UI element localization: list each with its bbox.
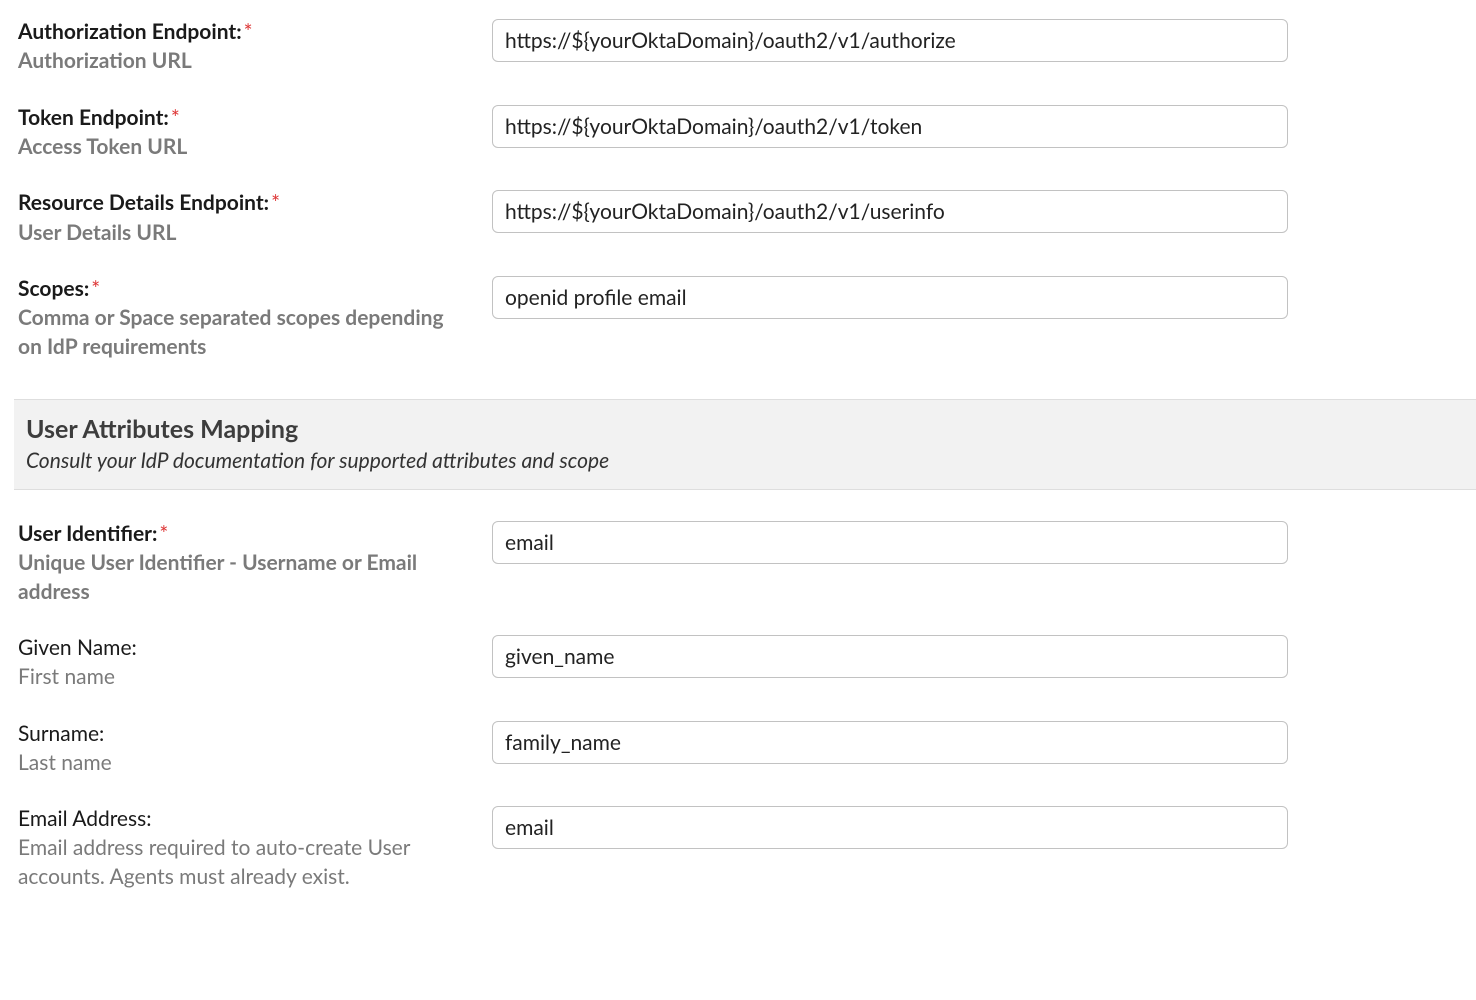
label-given-name: Given Name: [18,634,468,661]
row-authorization-endpoint: Authorization Endpoint:* Authorization U… [18,18,1476,76]
row-email-address: Email Address: Email address required to… [18,805,1476,891]
sublabel-resource-endpoint: User Details URL [18,219,468,247]
label-scopes: Scopes:* [18,275,468,302]
required-mark: * [271,190,280,215]
row-user-identifier: User Identifier:* Unique User Identifier… [18,520,1476,606]
row-given-name: Given Name: First name [18,634,1476,692]
sublabel-surname: Last name [18,749,468,777]
sublabel-authorization-endpoint: Authorization URL [18,47,468,75]
row-surname: Surname: Last name [18,720,1476,778]
sublabel-email-address: Email address required to auto-create Us… [18,834,468,891]
input-scopes[interactable] [492,276,1288,319]
required-mark: * [91,276,100,301]
sublabel-scopes: Comma or Space separated scopes dependin… [18,304,468,361]
section-subtitle: Consult your IdP documentation for suppo… [26,448,1464,473]
input-email-address[interactable] [492,806,1288,849]
required-mark: * [244,19,253,44]
row-token-endpoint: Token Endpoint:* Access Token URL [18,104,1476,162]
label-authorization-endpoint: Authorization Endpoint:* [18,18,468,45]
input-user-identifier[interactable] [492,521,1288,564]
input-authorization-endpoint[interactable] [492,19,1288,62]
row-scopes: Scopes:* Comma or Space separated scopes… [18,275,1476,361]
input-token-endpoint[interactable] [492,105,1288,148]
sublabel-user-identifier: Unique User Identifier - Username or Ema… [18,549,468,606]
label-resource-endpoint: Resource Details Endpoint:* [18,189,468,216]
input-given-name[interactable] [492,635,1288,678]
input-resource-endpoint[interactable] [492,190,1288,233]
required-mark: * [171,105,180,130]
row-resource-endpoint: Resource Details Endpoint:* User Details… [18,189,1476,247]
section-user-attributes-mapping: User Attributes Mapping Consult your IdP… [14,399,1476,490]
required-mark: * [159,521,168,546]
sublabel-given-name: First name [18,663,468,691]
input-surname[interactable] [492,721,1288,764]
label-surname: Surname: [18,720,468,747]
label-user-identifier: User Identifier:* [18,520,468,547]
section-title: User Attributes Mapping [26,414,1464,444]
label-token-endpoint: Token Endpoint:* [18,104,468,131]
sublabel-token-endpoint: Access Token URL [18,133,468,161]
label-email-address: Email Address: [18,805,468,832]
